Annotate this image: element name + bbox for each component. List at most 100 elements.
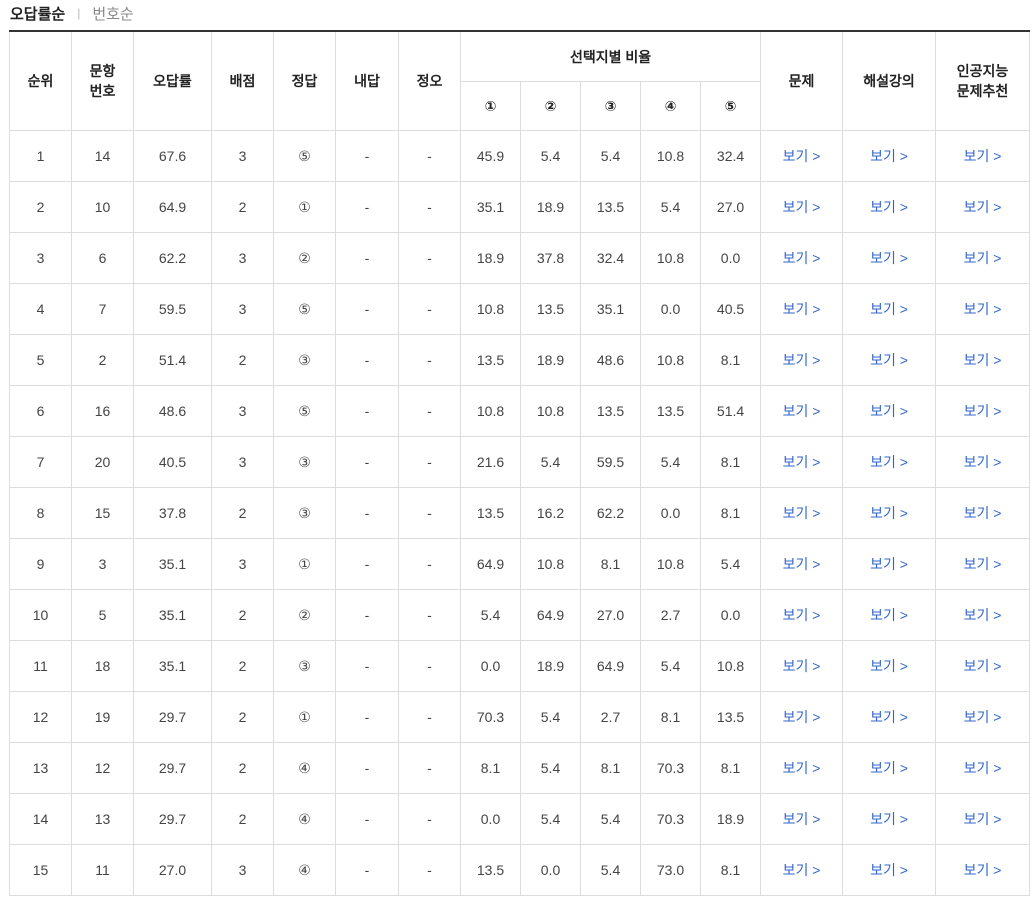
problem-view-link[interactable]: 보기 > — [783, 352, 821, 368]
lecture-view-link[interactable]: 보기 > — [870, 862, 908, 878]
answer-cell: ③ — [273, 334, 336, 386]
lecture-view-link[interactable]: 보기 > — [870, 352, 908, 368]
correctness-cell: - — [398, 130, 461, 182]
choice-5-ratio-cell: 10.8 — [699, 640, 762, 692]
ai-recommend-view-link[interactable]: 보기 > — [964, 760, 1002, 776]
problem-view-link[interactable]: 보기 > — [783, 607, 821, 623]
lecture-view-link[interactable]: 보기 > — [870, 250, 908, 266]
ai-recommend-cell: 보기 > — [935, 844, 1031, 896]
problem-view-link[interactable]: 보기 > — [783, 556, 821, 572]
table-row: 10 5 35.1 2 ② - -5.4 64.9 27.0 2.7 0.0 보기 > 보기 > 보기 > — [9, 589, 1031, 641]
error-rate-cell: 35.1 — [133, 640, 212, 692]
question-number-cell: 10 — [71, 181, 134, 233]
ai-recommend-view-link[interactable]: 보기 > — [964, 403, 1002, 419]
choice-5-ratio-cell: 18.9 — [699, 793, 762, 845]
problem-view-link[interactable]: 보기 > — [783, 505, 821, 521]
sort-by-error-rate-tab[interactable]: 오답률순 — [10, 3, 65, 24]
choice-2-ratio-cell: 5.4 — [520, 691, 581, 743]
choice-5-ratio-cell: 8.1 — [699, 844, 762, 896]
lecture-view-link[interactable]: 보기 > — [870, 709, 908, 725]
lecture-cell: 보기 > — [842, 181, 937, 233]
lecture-view-link[interactable]: 보기 > — [870, 658, 908, 674]
ai-recommend-view-link[interactable]: 보기 > — [964, 556, 1002, 572]
points-cell: 2 — [211, 742, 274, 794]
problem-view-link[interactable]: 보기 > — [783, 454, 821, 470]
choice-4-ratio-cell: 2.7 — [640, 589, 701, 641]
choice-3-ratio-cell: 35.1 — [580, 283, 641, 335]
lecture-view-link[interactable]: 보기 > — [870, 505, 908, 521]
lecture-view-link[interactable]: 보기 > — [870, 811, 908, 827]
problem-view-link[interactable]: 보기 > — [783, 658, 821, 674]
rank-cell: 1 — [9, 130, 72, 182]
ai-recommend-view-link[interactable]: 보기 > — [964, 862, 1002, 878]
points-cell: 2 — [211, 691, 274, 743]
choice-5-ratio-cell: 0.0 — [699, 589, 762, 641]
problem-view-link[interactable]: 보기 > — [783, 148, 821, 164]
header-my-answer: 내답 — [335, 30, 399, 131]
my-answer-cell: - — [335, 436, 399, 488]
lecture-view-link[interactable]: 보기 > — [870, 454, 908, 470]
ai-recommend-view-link[interactable]: 보기 > — [964, 199, 1002, 215]
answer-cell: ① — [273, 181, 336, 233]
lecture-cell: 보기 > — [842, 130, 937, 182]
correctness-cell: - — [398, 283, 461, 335]
header-error-rate: 오답률 — [133, 30, 212, 131]
correctness-cell: - — [398, 742, 461, 794]
correctness-cell: - — [398, 538, 461, 590]
sort-tabs: 오답률순 | 번호순 — [10, 3, 134, 23]
ai-recommend-cell: 보기 > — [935, 487, 1031, 539]
lecture-view-link[interactable]: 보기 > — [870, 301, 908, 317]
ai-recommend-view-link[interactable]: 보기 > — [964, 352, 1002, 368]
lecture-cell: 보기 > — [842, 691, 937, 743]
points-cell: 2 — [211, 640, 274, 692]
problem-cell: 보기 > — [760, 589, 844, 641]
answer-cell: ④ — [273, 742, 336, 794]
problem-view-link[interactable]: 보기 > — [783, 301, 821, 317]
points-cell: 3 — [211, 283, 274, 335]
ai-recommend-view-link[interactable]: 보기 > — [964, 709, 1002, 725]
ai-recommend-view-link[interactable]: 보기 > — [964, 250, 1002, 266]
choice-4-ratio-cell: 10.8 — [640, 538, 701, 590]
lecture-view-link[interactable]: 보기 > — [870, 199, 908, 215]
problem-view-link[interactable]: 보기 > — [783, 811, 821, 827]
choice-2-ratio-cell: 5.4 — [520, 130, 581, 182]
choice-3-ratio-cell: 13.5 — [580, 181, 641, 233]
choice-1-ratio-cell: 10.8 — [460, 283, 521, 335]
lecture-view-link[interactable]: 보기 > — [870, 403, 908, 419]
rank-cell: 13 — [9, 742, 72, 794]
ai-recommend-cell: 보기 > — [935, 691, 1031, 743]
problem-view-link[interactable]: 보기 > — [783, 760, 821, 776]
header-choice-5: ⑤ — [699, 81, 762, 131]
question-number-cell: 16 — [71, 385, 134, 437]
ai-recommend-view-link[interactable]: 보기 > — [964, 301, 1002, 317]
ai-recommend-view-link[interactable]: 보기 > — [964, 811, 1002, 827]
error-rate-cell: 29.7 — [133, 793, 212, 845]
choice-5-ratio-cell: 8.1 — [699, 334, 762, 386]
ai-recommend-view-link[interactable]: 보기 > — [964, 658, 1002, 674]
problem-view-link[interactable]: 보기 > — [783, 403, 821, 419]
choice-4-ratio-cell: 5.4 — [640, 436, 701, 488]
problem-cell: 보기 > — [760, 436, 844, 488]
ai-recommend-view-link[interactable]: 보기 > — [964, 454, 1002, 470]
ai-recommend-cell: 보기 > — [935, 130, 1031, 182]
problem-cell: 보기 > — [760, 232, 844, 284]
ai-recommend-view-link[interactable]: 보기 > — [964, 505, 1002, 521]
table-row: 1 14 67.6 3 ⑤ - -45.9 5.4 5.4 10.8 32.4 보기 > 보기 > 보기 … — [9, 130, 1031, 182]
choice-5-ratio-cell: 5.4 — [699, 538, 762, 590]
lecture-view-link[interactable]: 보기 > — [870, 148, 908, 164]
lecture-view-link[interactable]: 보기 > — [870, 556, 908, 572]
choice-1-ratio-cell: 35.1 — [460, 181, 521, 233]
ai-recommend-view-link[interactable]: 보기 > — [964, 607, 1002, 623]
lecture-view-link[interactable]: 보기 > — [870, 760, 908, 776]
problem-view-link[interactable]: 보기 > — [783, 250, 821, 266]
lecture-view-link[interactable]: 보기 > — [870, 607, 908, 623]
problem-view-link[interactable]: 보기 > — [783, 199, 821, 215]
problem-view-link[interactable]: 보기 > — [783, 862, 821, 878]
choice-4-ratio-cell: 0.0 — [640, 487, 701, 539]
problem-view-link[interactable]: 보기 > — [783, 709, 821, 725]
ai-recommend-view-link[interactable]: 보기 > — [964, 148, 1002, 164]
table-row: 12 19 29.7 2 ① - -70.3 5.4 2.7 8.1 13.5 보기 > 보기 > 보기 … — [9, 691, 1031, 743]
sort-by-number-tab[interactable]: 번호순 — [92, 3, 133, 24]
error-rate-cell: 59.5 — [133, 283, 212, 335]
choice-5-ratio-cell: 8.1 — [699, 742, 762, 794]
